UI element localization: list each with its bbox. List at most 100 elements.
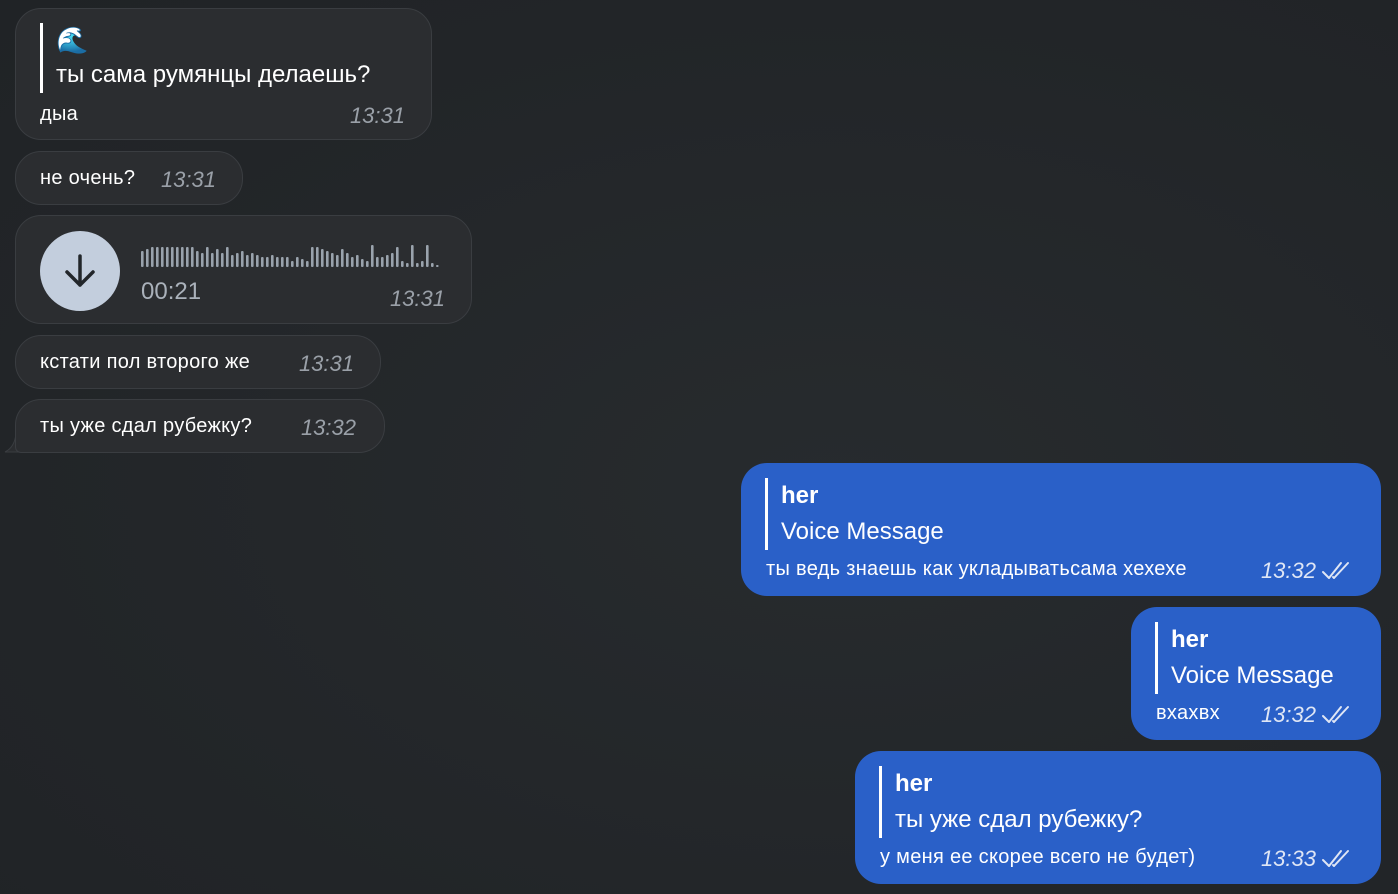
- waveform-bar: [226, 247, 229, 267]
- waveform-bar: [386, 255, 389, 267]
- incoming-message[interactable]: не очень? 13:31: [15, 151, 243, 205]
- waveform-bar: [416, 263, 419, 267]
- waveform-bar: [321, 249, 324, 267]
- reply-quote[interactable]: her Voice Message: [1155, 622, 1334, 694]
- waveform-bar: [211, 253, 214, 267]
- waveform-bar: [266, 257, 269, 267]
- waveform-bar: [366, 261, 369, 267]
- waveform-bar: [341, 249, 344, 267]
- waveform-bar: [336, 255, 339, 267]
- message-time: 13:32: [1260, 702, 1316, 727]
- waveform-bar: [356, 255, 359, 267]
- incoming-message[interactable]: ты уже сдал рубежку? 13:32: [15, 399, 385, 453]
- message-text: ты уже сдал рубежку?: [40, 415, 253, 437]
- waveform-bar: [331, 253, 334, 267]
- message-time: 13:32: [1260, 558, 1316, 583]
- waveform-bar: [391, 253, 394, 267]
- waveform-bar: [206, 247, 209, 267]
- waveform-bar: [141, 251, 144, 267]
- message-text: ты ведь знаешь как укладыватьсама хехехе: [766, 558, 1187, 580]
- waveform-bar: [151, 247, 154, 267]
- reply-emoji: 🌊: [56, 25, 89, 55]
- reply-quote[interactable]: 🌊 ты сама румянцы делаешь?: [40, 23, 370, 93]
- outgoing-message[interactable]: her Voice Message вхахвх 13:32: [1131, 607, 1381, 740]
- waveform-bar: [326, 251, 329, 267]
- waveform-bar: [301, 259, 304, 267]
- waveform-bar: [191, 247, 194, 267]
- waveform-bar: [316, 247, 319, 267]
- message-time: 13:31: [298, 351, 354, 376]
- reply-text: Voice Message: [781, 518, 944, 545]
- waveform-bar: [401, 261, 404, 267]
- waveform-bar: [281, 257, 284, 267]
- download-button[interactable]: [40, 231, 120, 311]
- message-text: кстати пол второго же: [40, 351, 251, 373]
- waveform-bar: [311, 247, 314, 267]
- double-check-icon: [1322, 562, 1349, 579]
- waveform-bar: [431, 263, 434, 267]
- waveform-bar: [376, 257, 379, 267]
- waveform-bar: [161, 247, 164, 267]
- message-text: у меня ее скорее всего не будет): [880, 846, 1196, 868]
- reply-quote[interactable]: her ты уже сдал рубежку?: [879, 766, 1142, 838]
- waveform-bar: [396, 247, 399, 267]
- waveform-bar: [371, 245, 374, 267]
- waveform-bar: [261, 257, 264, 267]
- waveform-bar: [436, 265, 439, 267]
- waveform-bar: [176, 247, 179, 267]
- message-text: дыа: [40, 103, 79, 125]
- message-text: не очень?: [40, 167, 136, 189]
- waveform-bar: [181, 247, 184, 267]
- waveform-bar: [271, 255, 274, 267]
- waveform-bar: [276, 257, 279, 267]
- reply-text: Voice Message: [1171, 662, 1334, 689]
- waveform-bar: [216, 249, 219, 267]
- waveform-bar: [196, 251, 199, 267]
- message-time: 13:32: [300, 415, 356, 440]
- waveform-bar: [286, 257, 289, 267]
- message-time: 13:31: [160, 167, 216, 192]
- download-arrow-icon: [65, 254, 95, 287]
- waveform-bar: [236, 253, 239, 267]
- message-time: 13:31: [349, 103, 405, 128]
- reply-text: ты уже сдал рубежку?: [895, 806, 1143, 833]
- waveform-bar: [346, 253, 349, 267]
- message-time: 13:31: [389, 286, 445, 311]
- waveform-bar: [426, 245, 429, 267]
- chat-area: 🌊 ты сама румянцы делаешь? дыа 13:31 не …: [0, 0, 1398, 894]
- waveform-bar: [351, 257, 354, 267]
- outgoing-message[interactable]: her Voice Message ты ведь знаешь как укл…: [741, 463, 1381, 596]
- reply-text: ты сама румянцы делаешь?: [56, 61, 371, 88]
- waveform-bar: [171, 247, 174, 267]
- waveform-bar: [306, 261, 309, 267]
- reply-author: her: [1171, 626, 1209, 653]
- waveform-bar: [256, 255, 259, 267]
- waveform-bar: [241, 251, 244, 267]
- message-text: вхахвх: [1156, 702, 1220, 724]
- incoming-message[interactable]: 🌊 ты сама румянцы делаешь? дыа 13:31: [15, 8, 432, 140]
- waveform-bar: [146, 249, 149, 267]
- message-time: 13:33: [1260, 846, 1316, 871]
- voice-message[interactable]: 00:21 13:31: [15, 215, 472, 324]
- waveform-bar: [156, 247, 159, 267]
- reply-author: her: [781, 482, 819, 509]
- waveform-bar: [201, 253, 204, 267]
- incoming-message[interactable]: кстати пол второго же 13:31: [15, 335, 381, 389]
- reply-quote[interactable]: her Voice Message: [765, 478, 944, 550]
- waveform-bar: [291, 261, 294, 267]
- voice-waveform[interactable]: [140, 243, 440, 269]
- waveform-bar: [166, 247, 169, 267]
- waveform-bar: [361, 259, 364, 267]
- reply-author: her: [895, 770, 933, 797]
- waveform-bar: [411, 245, 414, 267]
- waveform-bar: [296, 257, 299, 267]
- voice-duration: 00:21: [141, 278, 202, 305]
- waveform-bar: [251, 253, 254, 267]
- waveform-bar: [231, 255, 234, 267]
- waveform-bar: [381, 257, 384, 267]
- waveform-bar: [186, 247, 189, 267]
- outgoing-message[interactable]: her ты уже сдал рубежку? у меня ее скоре…: [855, 751, 1381, 884]
- waveform-bar: [221, 253, 224, 267]
- double-check-icon: [1322, 850, 1349, 867]
- waveform-bar: [246, 255, 249, 267]
